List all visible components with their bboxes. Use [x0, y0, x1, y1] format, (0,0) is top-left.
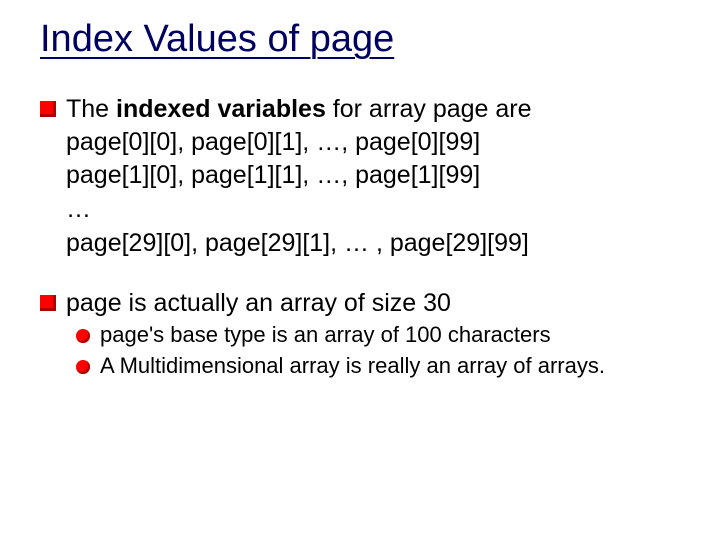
sub-1-text: page's base type is an array of 100 char…	[100, 321, 551, 350]
bullet-1-text: The indexed variables for array page are	[66, 93, 532, 126]
sub-bullet-1: page's base type is an array of 100 char…	[76, 321, 680, 350]
b1-post: for array page are	[326, 95, 532, 123]
circle-bullet-icon	[76, 360, 90, 374]
line-4: page[29][0], page[29][1], … , page[29][9…	[66, 227, 680, 261]
line-3: …	[66, 193, 680, 227]
square-bullet-icon	[40, 101, 56, 117]
bullet-2: page is actually an array of size 30	[40, 287, 680, 320]
sub-2-text: A Multidimensional array is really an ar…	[100, 352, 605, 381]
sub-bullet-2: A Multidimensional array is really an ar…	[76, 352, 680, 381]
b1-bold: indexed variables	[116, 95, 326, 123]
line-2: page[1][0], page[1][1], …, page[1][99]	[66, 159, 680, 193]
code-lines: page[0][0], page[0][1], …, page[0][99] p…	[66, 126, 680, 261]
bullet-2-text: page is actually an array of size 30	[66, 287, 451, 320]
page-title: Index Values of page	[40, 18, 680, 61]
square-bullet-icon	[40, 295, 56, 311]
bullet-1: The indexed variables for array page are	[40, 93, 680, 126]
b1-pre: The	[66, 95, 116, 123]
circle-bullet-icon	[76, 329, 90, 343]
line-1: page[0][0], page[0][1], …, page[0][99]	[66, 126, 680, 160]
